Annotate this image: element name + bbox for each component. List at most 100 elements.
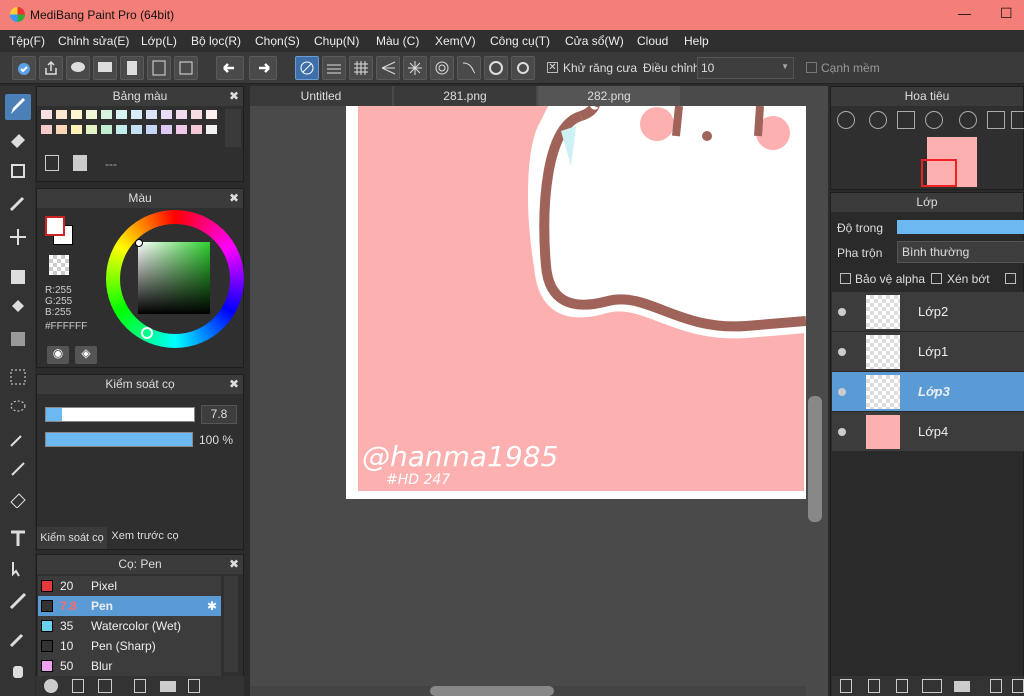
palette-swatch[interactable] [116, 125, 127, 134]
flip-icon[interactable] [1011, 111, 1024, 129]
gear-icon[interactable] [511, 56, 535, 80]
gradient-tool-icon[interactable] [5, 326, 31, 352]
saturation-value-square[interactable] [138, 242, 210, 314]
palette-swatch[interactable] [116, 110, 127, 119]
bucket-tool-icon[interactable] [5, 294, 31, 320]
grid-snap-button[interactable] [349, 56, 373, 80]
layer-row[interactable]: Lớp2 [832, 292, 1024, 332]
menu-select[interactable]: Chọn(S) [255, 34, 300, 48]
horizontal-scrollbar[interactable] [250, 686, 806, 696]
select-eraser-icon[interactable] [5, 486, 31, 512]
lasso-tool-icon[interactable] [5, 394, 31, 420]
blend-mode-select[interactable]: Bình thường [897, 241, 1024, 263]
palette-swatch[interactable] [176, 125, 187, 134]
dot-tool-icon[interactable] [5, 158, 31, 184]
palette-swatch[interactable] [101, 125, 112, 134]
palette-swatch[interactable] [131, 110, 142, 119]
brush-list-scrollbar[interactable] [224, 576, 238, 672]
move-tool-icon[interactable] [5, 224, 31, 250]
gear-icon[interactable]: ✱ [207, 596, 217, 616]
color-palette-button[interactable]: ◉ [47, 346, 69, 364]
comment-button[interactable] [66, 56, 90, 80]
tab-brush-control[interactable]: Kiểm soát cọ [37, 527, 107, 549]
snap-off-button[interactable] [295, 56, 319, 80]
navigator-thumbnail[interactable] [921, 137, 977, 187]
eye-icon[interactable] [838, 348, 846, 356]
redo-button[interactable] [249, 56, 277, 80]
palette-swatch[interactable] [56, 125, 67, 134]
eyedropper-tool-icon[interactable] [5, 626, 31, 652]
menu-file[interactable]: Tệp(F) [9, 34, 45, 48]
palette-swatch[interactable] [161, 125, 172, 134]
canvas[interactable]: @hanma1985 #HD 247 [346, 106, 806, 499]
trash-icon[interactable] [73, 155, 87, 171]
cloud-save-button[interactable] [12, 56, 36, 80]
new-palette-icon[interactable] [45, 155, 59, 171]
close-icon[interactable]: ✖ [229, 555, 239, 574]
curve-snap-button[interactable] [457, 56, 481, 80]
vanishing-point-button[interactable] [376, 56, 400, 80]
checklist-button[interactable] [174, 56, 198, 80]
menu-view[interactable]: Xem(V) [435, 34, 476, 48]
zoom-fit-icon[interactable] [837, 111, 855, 129]
duplicate-layer-icon[interactable] [990, 679, 1002, 693]
brush-opacity-slider[interactable] [45, 432, 193, 447]
document-list-button[interactable] [147, 56, 171, 80]
correction-select[interactable]: 10 ▼ [697, 57, 794, 79]
lock-checkbox[interactable] [1005, 273, 1016, 284]
eraser-tool-icon[interactable] [5, 126, 31, 152]
tab-untitled[interactable]: Untitled [250, 86, 392, 106]
palette-swatch[interactable] [41, 110, 52, 119]
tab-brush-preview[interactable]: Xem trước cọ [109, 525, 181, 547]
operation-tool-icon[interactable] [5, 556, 31, 582]
document-button[interactable] [120, 56, 144, 80]
palette-swatch[interactable] [41, 125, 52, 134]
close-icon[interactable]: ✖ [229, 189, 239, 208]
foreground-color-swatch[interactable] [45, 216, 65, 236]
layer-row[interactable]: Lớp3 [832, 372, 1024, 412]
folder-icon[interactable] [954, 681, 970, 692]
brush-size-slider[interactable] [45, 407, 195, 422]
brush-size-field[interactable]: 7.8 [201, 405, 237, 424]
new-layer-icon[interactable] [840, 679, 852, 693]
radial-snap-button[interactable] [403, 56, 427, 80]
eye-icon[interactable] [838, 308, 846, 316]
text-tool-icon[interactable] [5, 526, 31, 552]
palette-swatch[interactable] [101, 110, 112, 119]
color-set-button[interactable]: ◈ [75, 346, 97, 364]
palette-swatch[interactable] [176, 110, 187, 119]
palette-swatch[interactable] [146, 110, 157, 119]
palette-swatch[interactable] [161, 110, 172, 119]
brush-list-item[interactable]: 50 Blur [38, 656, 221, 676]
menu-filter[interactable]: Bộ lọc(R) [191, 34, 241, 48]
select-pen-icon[interactable] [5, 190, 31, 216]
menu-window[interactable]: Cửa sổ(W) [565, 34, 624, 48]
palette-swatch[interactable] [86, 110, 97, 119]
new-1bit-layer-icon[interactable] [896, 679, 908, 693]
add-layer-menu-icon[interactable] [922, 679, 942, 693]
copy-brush-icon[interactable] [188, 679, 200, 693]
divide-tool-icon[interactable] [5, 588, 31, 614]
vertical-scrollbar[interactable] [806, 106, 824, 690]
reset-view-icon[interactable] [987, 111, 1005, 129]
rotate-icon[interactable] [959, 111, 977, 129]
palette-scrollbar[interactable] [225, 109, 241, 147]
select-pen-tool-icon[interactable] [5, 456, 31, 482]
select-tool-icon[interactable] [5, 364, 31, 390]
chat-button[interactable] [93, 56, 117, 80]
layer-row[interactable]: Lớp1 [832, 332, 1024, 372]
palette-swatch[interactable] [146, 125, 157, 134]
zoom-out-icon[interactable] [925, 111, 943, 129]
brush-list-item[interactable]: 35 Watercolor (Wet) [38, 616, 221, 636]
brush-tool-icon[interactable] [5, 94, 31, 120]
menu-cloud[interactable]: Cloud [637, 34, 668, 48]
share-button[interactable] [39, 56, 63, 80]
hue-picker-handle[interactable] [141, 327, 153, 339]
menu-color[interactable]: Màu (C) [376, 34, 419, 48]
hand-tool-icon[interactable] [5, 658, 31, 684]
palette-swatch[interactable] [71, 125, 82, 134]
fit-window-icon[interactable] [897, 111, 915, 129]
sv-picker-handle[interactable] [135, 239, 143, 247]
menu-snap[interactable]: Chụp(N) [314, 34, 359, 48]
clipping-checkbox[interactable] [931, 273, 942, 284]
